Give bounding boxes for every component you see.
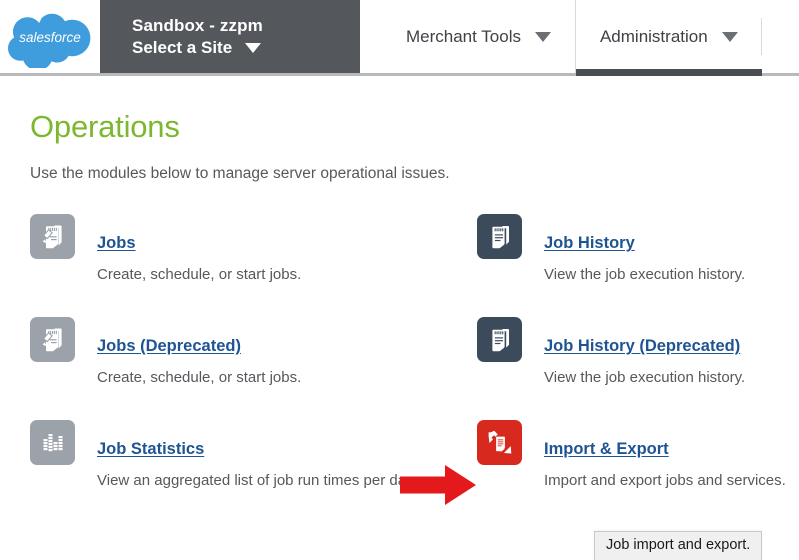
module-jobs[interactable]: Jobs Create, schedule, or start jobs. [30, 212, 477, 288]
module-jobs-deprecated-description: Create, schedule, or start jobs. [97, 368, 301, 387]
tooltip-text: Job import and export. [606, 537, 750, 553]
svg-text:salesforce: salesforce [19, 30, 81, 45]
module-import-export-link[interactable]: Import & Export [544, 440, 669, 459]
job-history-document-icon [477, 317, 522, 362]
salesforce-cloud-icon: salesforce [8, 9, 92, 68]
module-job-history[interactable]: Job History View the job execution histo… [477, 212, 786, 288]
tooltip-job-import-export: Job import and export. [594, 531, 762, 560]
module-job-history-description: View the job execution history. [544, 265, 745, 284]
tab-administration[interactable]: Administration [575, 0, 762, 73]
select-a-site-control[interactable]: Select a Site [132, 37, 360, 59]
bar-chart-icon [30, 420, 75, 465]
module-job-statistics-description: View an aggregated list of job run times… [97, 471, 417, 490]
module-jobs-deprecated-link[interactable]: Jobs (Deprecated) [97, 337, 241, 356]
module-job-history-deprecated-description: View the job execution history. [544, 368, 745, 387]
tab-merchant-tools[interactable]: Merchant Tools [382, 0, 575, 73]
sandbox-label: Sandbox - zzpm [132, 15, 360, 37]
import-export-arrows-icon [477, 420, 522, 465]
tab-administration-label: Administration [600, 27, 708, 47]
module-job-statistics[interactable]: Job Statistics View an aggregated list o… [30, 418, 477, 494]
module-jobs-link[interactable]: Jobs [97, 234, 136, 253]
module-jobs-deprecated[interactable]: Jobs (Deprecated) Create, schedule, or s… [30, 315, 477, 391]
main-nav-tabs: Merchant Tools Administration [360, 0, 799, 73]
operations-page: Operations Use the modules below to mana… [0, 76, 799, 494]
module-grid: Jobs Create, schedule, or start jobs. [30, 212, 769, 494]
module-import-export-description: Import and export jobs and services. [544, 471, 786, 490]
module-job-statistics-link[interactable]: Job Statistics [97, 440, 204, 459]
chevron-down-icon [245, 43, 261, 53]
job-history-document-icon [477, 214, 522, 259]
chevron-down-icon [722, 32, 738, 42]
page-subtitle: Use the modules below to manage server o… [30, 164, 769, 184]
module-job-history-deprecated[interactable]: Job History (Deprecated) View the job ex… [477, 315, 786, 391]
salesforce-logo[interactable]: salesforce [0, 0, 100, 76]
module-job-history-deprecated-link[interactable]: Job History (Deprecated) [544, 337, 740, 356]
top-navigation-bar: salesforce Sandbox - zzpm Select a Site … [0, 0, 799, 76]
sandbox-site-selector[interactable]: Sandbox - zzpm Select a Site [100, 0, 360, 73]
module-import-export[interactable]: Import & Export Import and export jobs a… [477, 418, 786, 494]
chevron-down-icon [535, 32, 551, 42]
page-title: Operations [30, 110, 769, 144]
jobs-pen-document-icon [30, 317, 75, 362]
jobs-pen-document-icon [30, 214, 75, 259]
select-a-site-label: Select a Site [132, 37, 232, 59]
module-job-history-link[interactable]: Job History [544, 234, 635, 253]
module-jobs-description: Create, schedule, or start jobs. [97, 265, 301, 284]
tab-merchant-tools-label: Merchant Tools [406, 27, 521, 47]
